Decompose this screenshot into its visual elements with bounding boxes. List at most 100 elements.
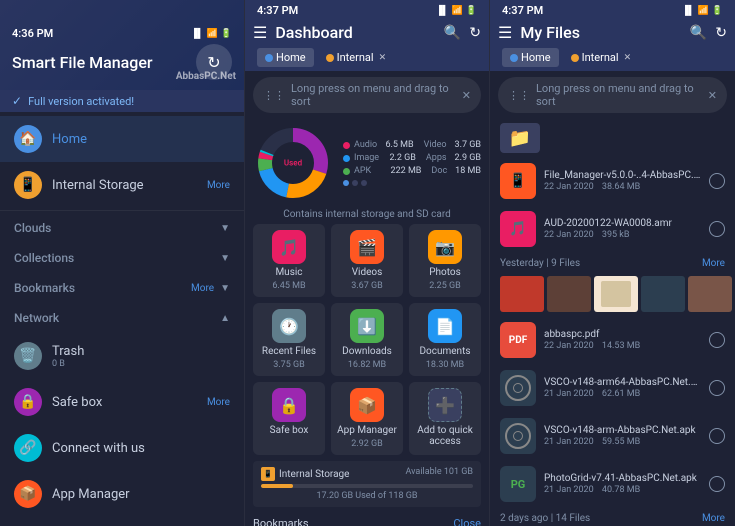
search-bar-3[interactable]: ⋮⋮ Long press on menu and drag to sort ✕ [498, 77, 727, 113]
two-days-more[interactable]: More [702, 513, 725, 524]
file-item[interactable]: PG PhotoGrid-v7.41-AbbasPC.Net.apk 21 Ja… [490, 460, 735, 508]
hamburger3-icon[interactable]: ☰ [498, 23, 512, 42]
internal-more[interactable]: More [207, 180, 230, 191]
home-label: Home [52, 132, 230, 147]
file-item[interactable]: VSCO-v148-arm64-AbbasPC.Net.apk 21 Jan 2… [490, 364, 735, 412]
category-music[interactable]: 🎵 Music 6.45 MB [253, 224, 325, 297]
tab-internal-3[interactable]: Internal ✕ [563, 48, 640, 67]
tab-home-2[interactable]: Home [257, 48, 314, 67]
sidebar-item-internal[interactable]: 📱 Internal Storage More [0, 162, 244, 208]
appmanager-label: App Manager [52, 487, 230, 502]
storage-progress-fill [261, 484, 293, 488]
documents-name: Documents [419, 346, 470, 357]
status-bar-1: 4:36 PM ▐▌ 📶 🔋 [12, 27, 232, 40]
tab-internal-label: Internal [337, 51, 374, 64]
divider-1 [0, 210, 244, 211]
sidebar-item-safebox[interactable]: 🔒 Safe box More [0, 379, 244, 425]
pdf-icon: PDF [500, 322, 536, 358]
chevron-network: ▲ [220, 313, 230, 324]
trash-size: 0 B [52, 359, 230, 369]
signal2-icon: ▐▌ [436, 5, 449, 16]
sidebar-section-collections[interactable]: Collections ▼ [0, 243, 244, 273]
file-item[interactable]: 🎵 AUD-20200122-WA0008.amr 22 Jan 2020 39… [490, 205, 735, 253]
file-select-pdf[interactable] [709, 332, 725, 348]
legend-audio: Audio 6.5 MB Video 3.7 GB [343, 140, 481, 150]
file-select-vsco2[interactable] [709, 428, 725, 444]
file-select-1[interactable] [709, 173, 725, 189]
menu-items: 🏠 Home 📱 Internal Storage More Clouds ▼ … [0, 112, 244, 526]
category-recent[interactable]: 🕐 Recent Files 3.75 GB [253, 303, 325, 376]
hamburger-icon[interactable]: ☰ [253, 23, 267, 42]
search-clear3-icon[interactable]: ✕ [708, 89, 717, 102]
collections-label: Collections [14, 251, 220, 265]
sidebar-item-otherapps[interactable]: 📲 Our other apps More [0, 517, 244, 526]
tab-internal-2[interactable]: Internal ✕ [318, 48, 395, 67]
bookmarks-section: Bookmarks Close [245, 513, 489, 526]
legend-apk: APK 222 MB Doc 18 MB [343, 166, 481, 176]
category-add[interactable]: ➕ Add to quick access [409, 382, 481, 455]
file-info-2: AUD-20200122-WA0008.amr 22 Jan 2020 395 … [544, 218, 701, 240]
search-sm-icon: ⋮⋮ [263, 89, 285, 102]
category-appmanager[interactable]: 📦 App Manager 2.92 GB [331, 382, 403, 455]
storage-title: 📱 Internal Storage [261, 467, 349, 481]
search-icon[interactable]: 🔍 [444, 25, 461, 41]
tab-bar-2: Home Internal ✕ [253, 48, 481, 71]
category-videos[interactable]: 🎬 Videos 3.67 GB [331, 224, 403, 297]
tab-close3-icon[interactable]: ✕ [624, 53, 632, 63]
two-days-label: 2 days ago | 14 Files [500, 513, 590, 524]
sidebar-item-appmanager[interactable]: 📦 App Manager [0, 471, 244, 517]
category-downloads[interactable]: ⬇️ Downloads 16.82 MB [331, 303, 403, 376]
panel3-header: 4:37 PM ▐▌ 📶 🔋 ☰ My Files 🔍 ↻ Home Inter… [490, 0, 735, 71]
panel2-title-bar: ☰ Dashboard 🔍 ↻ [253, 19, 481, 48]
bookmarks-more[interactable]: More [191, 283, 214, 294]
tab-home-dot [265, 54, 273, 62]
file-apk-icon: 📱 [500, 163, 536, 199]
dot-indicator-2 [361, 180, 367, 186]
refresh3-icon[interactable]: ↻ [715, 25, 727, 41]
bookmarks-close-btn[interactable]: Close [453, 517, 481, 526]
sidebar-section-network[interactable]: Network ▲ [0, 303, 244, 333]
search-clear-icon[interactable]: ✕ [462, 89, 471, 102]
audio-value: 6.5 MB [385, 140, 413, 150]
thumb-5 [688, 276, 732, 312]
videos-name: Videos [352, 267, 383, 278]
sidebar-item-connect[interactable]: 🔗 Connect with us [0, 425, 244, 471]
trash-label: Trash [52, 344, 230, 359]
sidebar-section-clouds[interactable]: Clouds ▼ [0, 213, 244, 243]
file-item[interactable]: PDF abbaspc.pdf 22 Jan 2020 14.53 MB [490, 316, 735, 364]
yesterday-more[interactable]: More [702, 258, 725, 269]
search3-icon[interactable]: 🔍 [690, 25, 707, 41]
documents-icon: 📄 [428, 309, 462, 343]
safebox-more[interactable]: More [207, 397, 230, 408]
category-documents[interactable]: 📄 Documents 18.30 MB [409, 303, 481, 376]
file-select-photogrid[interactable] [709, 476, 725, 492]
search3-sm-icon: ⋮⋮ [508, 89, 530, 102]
sidebar-item-home[interactable]: 🏠 Home [0, 116, 244, 162]
refresh-icon[interactable]: ↻ [469, 25, 481, 41]
internal-icon: 📱 [14, 171, 42, 199]
vsco1-icon [500, 370, 536, 406]
tab-home3-dot [510, 54, 518, 62]
audio-label: Audio [354, 140, 381, 150]
tab-home-3[interactable]: Home [502, 48, 559, 67]
image-value: 2.2 GB [389, 153, 415, 163]
file-select-vsco1[interactable] [709, 380, 725, 396]
status-time-2: 4:37 PM [257, 4, 298, 17]
chart-dots-indicator [343, 180, 481, 186]
sidebar-item-trash[interactable]: 🗑️ Trash 0 B [0, 333, 244, 379]
file-meta-photogrid: 21 Jan 2020 40.78 MB [544, 485, 701, 495]
category-safebox[interactable]: 🔒 Safe box [253, 382, 325, 455]
appmanager-icon: 📦 [14, 480, 42, 508]
safebox-icon: 🔒 [14, 388, 42, 416]
category-photos[interactable]: 📷 Photos 2.25 GB [409, 224, 481, 297]
search-bar-2[interactable]: ⋮⋮ Long press on menu and drag to sort ✕ [253, 77, 481, 113]
panel3-title-bar: ☰ My Files 🔍 ↻ [498, 19, 727, 48]
file-item[interactable]: 📱 File_Manager-v5.0.0-..4-AbbasPC.Net.ap… [490, 157, 735, 205]
tab-close-icon[interactable]: ✕ [379, 53, 387, 63]
file-select-2[interactable] [709, 221, 725, 237]
file-item[interactable]: VSCO-v148-arm-AbbasPC.Net.apk 21 Jan 202… [490, 412, 735, 460]
chevron-clouds: ▼ [220, 223, 230, 234]
doc-label: Doc [431, 166, 447, 176]
sidebar-section-bookmarks[interactable]: Bookmarks More ▼ [0, 273, 244, 303]
dot-indicator-1 [352, 180, 358, 186]
